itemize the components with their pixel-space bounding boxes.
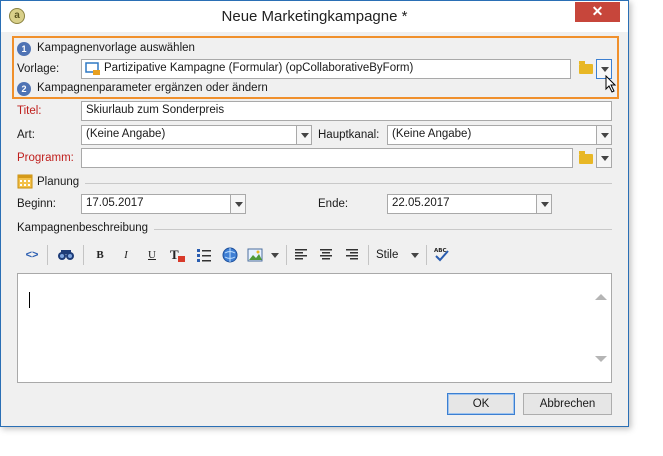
toolbar-separator	[47, 245, 48, 265]
start-label: Beginn:	[17, 198, 56, 210]
program-input[interactable]	[81, 148, 573, 168]
description-editor[interactable]	[17, 273, 612, 383]
scroll-up-icon[interactable]	[595, 294, 607, 300]
program-label: Programm:	[17, 152, 74, 164]
spellcheck-label: ABC	[434, 248, 447, 254]
image-options-chevron-down-icon[interactable]	[267, 246, 283, 264]
program-browse-folder-icon[interactable]	[579, 154, 593, 164]
type-chevron-down-icon[interactable]	[296, 125, 312, 145]
start-date-input[interactable]: 17.05.2017	[81, 194, 231, 214]
link-globe-icon[interactable]	[222, 247, 239, 263]
title-bar[interactable]: a Neue Marketingkampagne * ✕	[1, 1, 628, 32]
styles-chevron-down-icon[interactable]	[407, 246, 423, 264]
type-label: Art:	[17, 129, 35, 141]
step-2-icon: 2	[17, 82, 31, 96]
insert-image-icon[interactable]	[247, 247, 265, 263]
scroll-down-icon[interactable]	[595, 356, 607, 362]
window-title: Neue Marketingkampagne *	[1, 8, 628, 25]
end-label: Ende:	[318, 198, 348, 210]
channel-select[interactable]: (Keine Angabe)	[387, 125, 597, 145]
mouse-cursor-icon	[605, 75, 617, 93]
dialog-window: a Neue Marketingkampagne * ✕ 1 Kampagnen…	[0, 0, 629, 427]
type-select[interactable]: (Keine Angabe)	[81, 125, 297, 145]
description-section-label: Kampagnenbeschreibung	[17, 222, 148, 234]
planning-divider	[85, 183, 612, 184]
step-2-label: Kampagnenparameter ergänzen oder ändern	[37, 82, 268, 94]
end-date-chevron-down-icon[interactable]	[536, 194, 552, 214]
cancel-button[interactable]: Abbrechen	[523, 393, 612, 415]
step-1-icon: 1	[17, 42, 31, 56]
toolbar-separator	[83, 245, 84, 265]
calendar-icon	[17, 173, 33, 189]
step-1-label: Kampagnenvorlage auswählen	[37, 42, 195, 54]
title-input[interactable]: Skiurlaub zum Sonderpreis	[81, 101, 612, 121]
spellcheck-icon[interactable]: ABC	[433, 245, 451, 263]
template-label: Vorlage:	[17, 63, 59, 75]
source-code-icon[interactable]: <>	[23, 246, 41, 264]
template-browse-folder-icon[interactable]	[579, 64, 593, 74]
italic-button[interactable]: I	[117, 246, 135, 264]
template-field[interactable]: Partizipative Kampagne (Formular) (opCol…	[81, 59, 571, 79]
align-left-icon[interactable]	[294, 248, 308, 262]
text-color-icon[interactable]: T	[169, 247, 187, 263]
channel-chevron-down-icon[interactable]	[596, 125, 612, 145]
template-icon	[85, 62, 101, 76]
align-right-icon[interactable]	[345, 248, 359, 262]
binoculars-search-icon[interactable]	[57, 247, 75, 263]
bold-button[interactable]: B	[91, 246, 109, 264]
underline-button[interactable]: U	[143, 246, 161, 264]
description-divider	[154, 229, 612, 230]
text-caret	[29, 292, 30, 308]
align-center-icon[interactable]	[319, 248, 333, 262]
program-chevron-down-icon[interactable]	[596, 148, 612, 168]
start-date-chevron-down-icon[interactable]	[230, 194, 246, 214]
template-value: Partizipative Kampagne (Formular) (opCol…	[104, 62, 413, 74]
styles-select-label[interactable]: Stile	[376, 249, 398, 261]
end-date-input[interactable]: 22.05.2017	[387, 194, 537, 214]
close-button[interactable]: ✕	[575, 2, 620, 22]
title-label: Titel:	[17, 105, 42, 117]
ok-button[interactable]: OK	[447, 393, 515, 415]
toolbar-separator	[426, 245, 427, 265]
planning-section-label: Planung	[37, 176, 79, 188]
bullet-list-icon[interactable]	[196, 247, 212, 263]
svg-text:T: T	[170, 247, 179, 262]
toolbar-separator	[286, 245, 287, 265]
toolbar-separator	[368, 245, 369, 265]
channel-label: Hauptkanal:	[318, 129, 379, 141]
